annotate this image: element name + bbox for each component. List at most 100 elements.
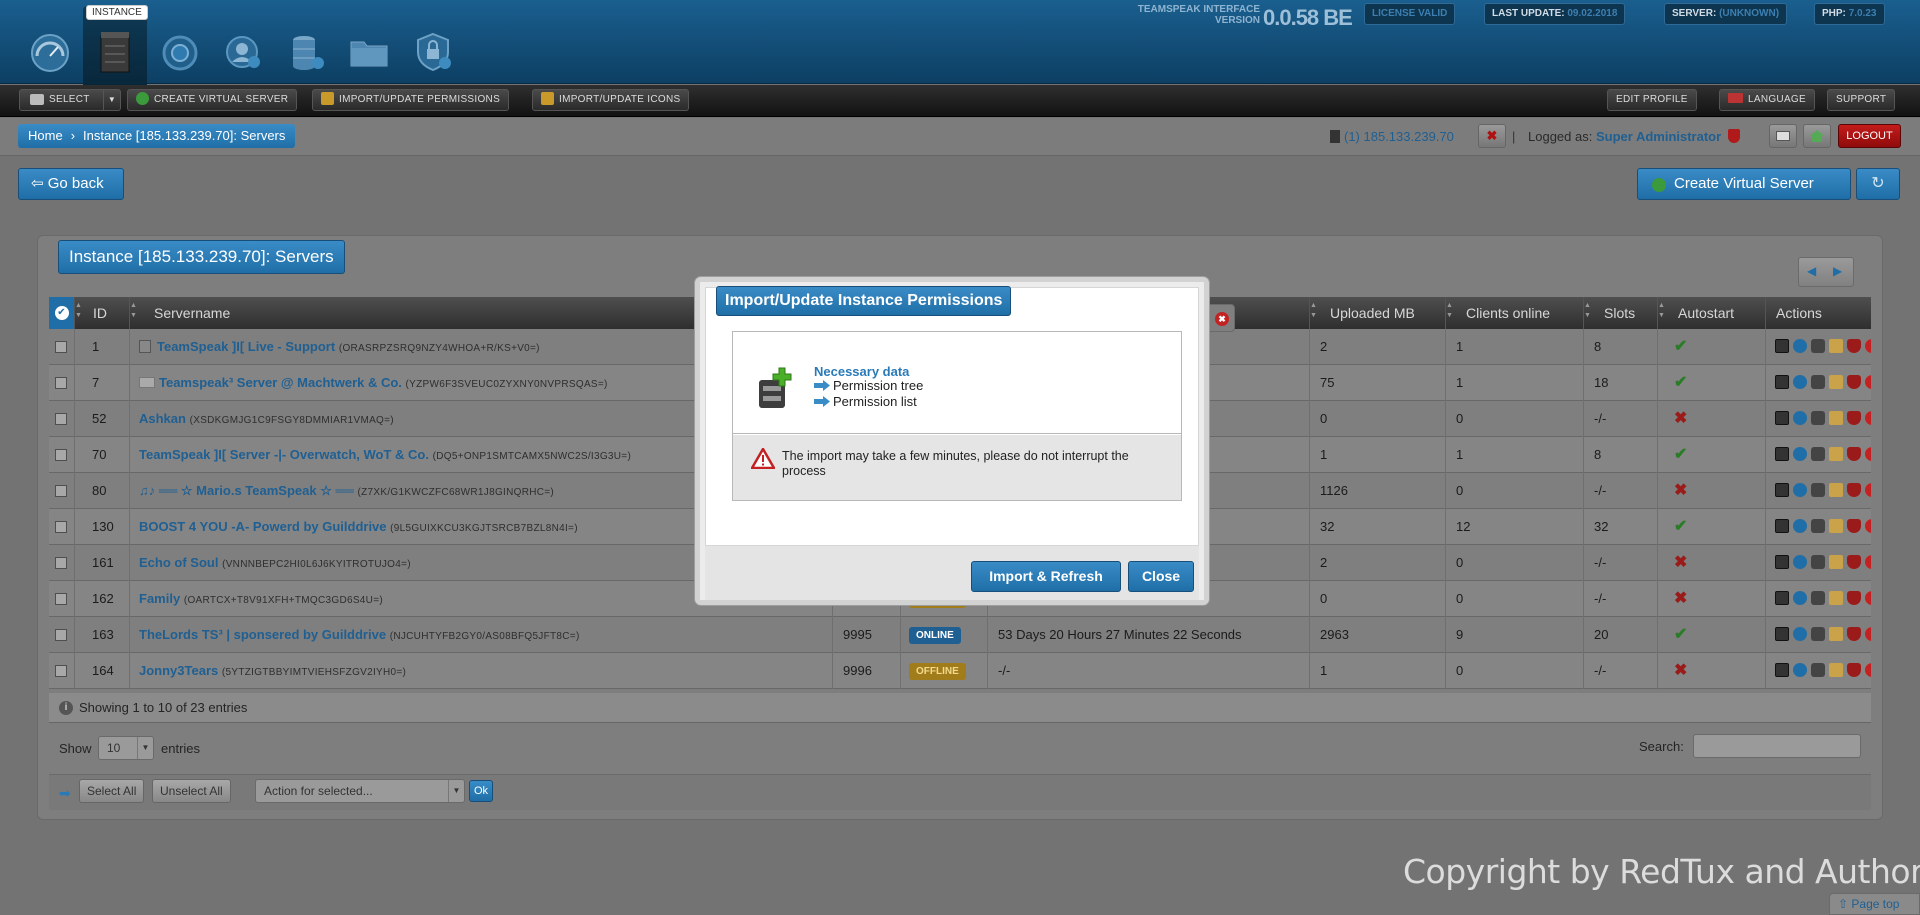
server-name-link[interactable]: ♫♪ ══ ☆ Mario.s TeamSpeak ☆ ══ [139, 483, 354, 498]
delete-icon[interactable] [1865, 555, 1871, 569]
mail-icon[interactable] [1769, 124, 1797, 148]
clients-icon[interactable] [220, 28, 266, 74]
col-autostart[interactable]: ▲ ▼ Autostart [1658, 297, 1766, 329]
row-checkbox[interactable] [55, 557, 67, 569]
connect-icon[interactable] [1793, 447, 1807, 461]
delete-icon[interactable] [1865, 627, 1871, 641]
server-name-link[interactable]: Teamspeak³ Server @ Machtwerk & Co. [159, 375, 402, 390]
breadcrumb-current[interactable]: Instance [185.133.239.70]: Servers [83, 128, 285, 143]
folder-icon[interactable] [346, 28, 392, 74]
delete-icon[interactable] [1865, 339, 1871, 353]
folder-icon[interactable] [1829, 519, 1843, 533]
shield-icon[interactable] [1847, 555, 1861, 569]
server-name-link[interactable]: Family [139, 591, 180, 606]
row-checkbox[interactable] [55, 341, 67, 353]
connect-icon[interactable] [1793, 663, 1807, 677]
col-id[interactable]: ▲ ▼ ID [75, 297, 130, 329]
shield-icon[interactable] [1847, 519, 1861, 533]
folder-icon[interactable] [1829, 375, 1843, 389]
chevron-right-icon[interactable]: ▶ [1833, 264, 1842, 278]
connect-icon[interactable] [1793, 339, 1807, 353]
connect-icon[interactable] [1793, 555, 1807, 569]
delete-icon[interactable] [1865, 483, 1871, 497]
delete-icon[interactable] [1865, 375, 1871, 389]
folder-icon[interactable] [1829, 339, 1843, 353]
close-button[interactable]: Close [1128, 561, 1194, 592]
connect-icon[interactable] [1793, 627, 1807, 641]
col-clients[interactable]: ▲ ▼ Clients online [1446, 297, 1584, 329]
console-icon[interactable] [1775, 339, 1789, 353]
server-name-link[interactable]: TheLords TS³ | sponsered by Guilddrive [139, 627, 386, 642]
import-icons-button[interactable]: IMPORT/UPDATE ICONS [532, 89, 690, 111]
folder-icon[interactable] [1829, 483, 1843, 497]
virtual-server-icon[interactable] [157, 28, 203, 74]
server-name-link[interactable]: Jonny3Tears [139, 663, 218, 678]
connect-icon[interactable] [1793, 375, 1807, 389]
shield-icon[interactable] [1847, 375, 1861, 389]
folder-icon[interactable] [1829, 411, 1843, 425]
unselect-all-button[interactable]: Unselect All [152, 779, 231, 803]
folder-icon[interactable] [1829, 447, 1843, 461]
folder-icon[interactable] [1829, 627, 1843, 641]
connection-link[interactable]: (1) 185.133.239.70 [1344, 129, 1454, 144]
row-checkbox[interactable] [55, 593, 67, 605]
database-icon[interactable] [1811, 375, 1825, 389]
select-all-checkbox[interactable]: ✔ [49, 297, 75, 329]
select-dropdown[interactable]: SELECT ▼ [19, 89, 121, 111]
console-icon[interactable] [1775, 555, 1789, 569]
breadcrumb-home[interactable]: Home [28, 128, 63, 143]
shield-icon[interactable] [1847, 483, 1861, 497]
console-icon[interactable] [1775, 519, 1789, 533]
server-name-link[interactable]: Echo of Soul [139, 555, 218, 570]
row-checkbox[interactable] [55, 377, 67, 389]
row-checkbox[interactable] [55, 521, 67, 533]
server-name-link[interactable]: TeamSpeak ]I[ Server -|- Overwatch, WoT … [139, 447, 429, 462]
database-icon[interactable] [1811, 483, 1825, 497]
database-icon[interactable] [283, 28, 329, 74]
console-icon[interactable] [1775, 375, 1789, 389]
search-input[interactable] [1693, 734, 1861, 758]
console-icon[interactable] [1775, 411, 1789, 425]
ok-button[interactable]: Ok [469, 780, 494, 802]
database-icon[interactable] [1811, 627, 1825, 641]
delete-icon[interactable] [1865, 591, 1871, 605]
shield-icon[interactable] [1847, 411, 1861, 425]
language-button[interactable]: LANGUAGE [1719, 89, 1815, 111]
user-link[interactable]: Super Administrator [1596, 129, 1721, 144]
shield-icon[interactable] [1847, 627, 1861, 641]
chevron-left-icon[interactable]: ◀ [1807, 264, 1816, 278]
dashboard-icon[interactable] [27, 28, 73, 74]
server-name-link[interactable]: Ashkan [139, 411, 186, 426]
home-icon[interactable] [1803, 124, 1831, 148]
disconnect-icon[interactable]: ✖ [1478, 124, 1506, 148]
database-icon[interactable] [1811, 447, 1825, 461]
delete-icon[interactable] [1865, 411, 1871, 425]
table-row[interactable]: 164 Jonny3Tears (5YTZIGTBBYIMTVIEHSFZGV2I… [49, 653, 1871, 689]
create-virtual-server-button[interactable]: CREATE VIRTUAL SERVER [127, 89, 298, 111]
database-icon[interactable] [1811, 339, 1825, 353]
shield-icon[interactable] [1847, 447, 1861, 461]
modal-close-icon[interactable]: ✖ [1209, 304, 1235, 332]
console-icon[interactable] [1775, 447, 1789, 461]
console-icon[interactable] [1775, 483, 1789, 497]
database-icon[interactable] [1811, 555, 1825, 569]
connect-icon[interactable] [1793, 411, 1807, 425]
shield-icon[interactable] [1847, 591, 1861, 605]
connect-icon[interactable] [1793, 519, 1807, 533]
row-checkbox[interactable] [55, 413, 67, 425]
folder-icon[interactable] [1829, 663, 1843, 677]
table-row[interactable]: 163 TheLords TS³ | sponsered by Guilddriv… [49, 617, 1871, 653]
database-icon[interactable] [1811, 591, 1825, 605]
support-button[interactable]: SUPPORT [1827, 89, 1896, 111]
create-virtual-server-main-button[interactable]: Create Virtual Server [1637, 168, 1851, 200]
edit-profile-button[interactable]: EDIT PROFILE [1607, 89, 1697, 111]
folder-icon[interactable] [1829, 591, 1843, 605]
database-icon[interactable] [1811, 519, 1825, 533]
row-checkbox[interactable] [55, 449, 67, 461]
security-icon[interactable] [410, 28, 456, 74]
shield-icon[interactable] [1847, 663, 1861, 677]
select-all-button[interactable]: Select All [79, 779, 145, 803]
connect-icon[interactable] [1793, 483, 1807, 497]
import-refresh-button[interactable]: Import & Refresh [971, 561, 1121, 592]
console-icon[interactable] [1775, 663, 1789, 677]
